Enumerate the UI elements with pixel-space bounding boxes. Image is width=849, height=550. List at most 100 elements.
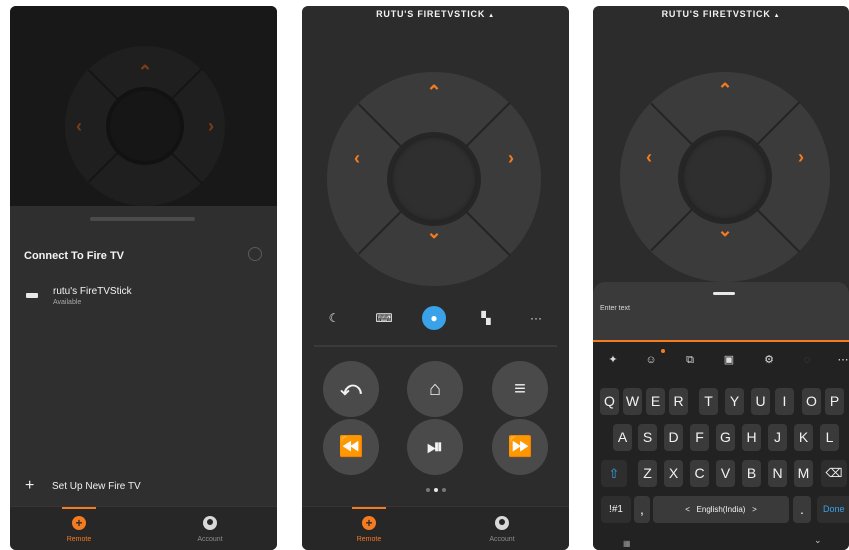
back-button[interactable]: ⤺ — [323, 361, 379, 417]
symbols-key[interactable]: !#1 — [601, 496, 631, 523]
chevron-right-icon: › — [208, 116, 214, 136]
tv-stick-icon — [26, 293, 38, 298]
device-selector[interactable]: RUTU'S FIRETVSTICK ▲ — [593, 9, 849, 19]
key-u[interactable]: U — [751, 388, 770, 415]
quick-actions-row: ☾ ⌨ ● ▚ ··· — [302, 306, 569, 330]
device-selector[interactable]: RUTU'S FIRETVSTICK ▲ — [302, 9, 569, 19]
device-name: rutu's FireTVStick — [53, 286, 132, 297]
more-icon[interactable]: ··· — [524, 306, 548, 330]
key-g[interactable]: G — [716, 424, 735, 451]
dpad-right-button[interactable]: › — [791, 147, 811, 167]
loading-spinner-icon — [248, 247, 262, 261]
chevron-down-icon[interactable]: ⌄ — [814, 535, 822, 546]
device-status: Available — [53, 299, 82, 306]
dpad-up-button[interactable]: ⌃ — [715, 80, 735, 100]
key-x[interactable]: X — [664, 460, 683, 487]
key-w[interactable]: W — [623, 388, 642, 415]
tab-account[interactable]: Account — [447, 507, 557, 550]
dpad-left-button[interactable]: ‹ — [347, 148, 367, 168]
key-k[interactable]: K — [794, 424, 813, 451]
space-bar[interactable]: < English(India) > — [653, 496, 789, 523]
dimmed-dpad: ⌃ ‹ › — [65, 46, 225, 206]
select-button[interactable] — [391, 136, 477, 222]
apps-icon[interactable]: ▚ — [474, 306, 498, 330]
key-f[interactable]: F — [690, 424, 709, 451]
emoji-icon[interactable]: ☺ — [641, 350, 661, 370]
keyboard-icon[interactable]: ⌨ — [372, 306, 396, 330]
key-y[interactable]: Y — [725, 388, 744, 415]
text-input[interactable]: Enter text — [600, 305, 630, 312]
key-d[interactable]: D — [664, 424, 683, 451]
key-v[interactable]: V — [716, 460, 735, 487]
key-z[interactable]: Z — [638, 460, 657, 487]
backspace-key[interactable]: ⌫ — [821, 460, 847, 487]
key-c[interactable]: C — [690, 460, 709, 487]
rewind-button[interactable]: ⏪ — [323, 419, 379, 475]
remote-screen: RUTU'S FIRETVSTICK ▲ ⌃ ‹ › ⌄ ☾ ⌨ ● ▚ ··· … — [302, 6, 569, 550]
key-h[interactable]: H — [742, 424, 761, 451]
key-n[interactable]: N — [768, 460, 787, 487]
account-icon — [203, 516, 217, 530]
clipboard-icon[interactable]: ▣ — [719, 350, 739, 370]
key-t[interactable]: T — [699, 388, 718, 415]
key-o[interactable]: O — [802, 388, 821, 415]
play-pause-button[interactable]: ⏯ — [407, 419, 463, 475]
tab-remote[interactable]: Remote — [24, 507, 134, 550]
more-icon[interactable]: ⋯ — [833, 350, 849, 370]
dimmed-remote-background: ⌃ ‹ › — [10, 6, 277, 206]
menu-button[interactable]: ≡ — [492, 361, 548, 417]
space-language-label: English(India) — [696, 505, 746, 514]
device-picker-screen: ⌃ ‹ › Connect To Fire TV rutu's FireTVSt… — [10, 6, 277, 550]
microphone-icon[interactable]: ● — [422, 306, 446, 330]
home-button[interactable]: ⌂ — [407, 361, 463, 417]
space-right-arrow: > — [752, 505, 757, 514]
space-left-arrow: < — [685, 505, 690, 514]
key-l[interactable]: L — [820, 424, 839, 451]
caret-up-icon: ▲ — [773, 13, 781, 19]
theme-icon[interactable]: ◌ — [797, 350, 817, 370]
keyboard-switch-icon[interactable]: ▦ — [623, 539, 631, 548]
settings-icon[interactable]: ⚙ — [759, 350, 779, 370]
stickers-icon[interactable]: ⧉ — [680, 350, 700, 370]
key-b[interactable]: B — [742, 460, 761, 487]
sheet-drag-handle[interactable] — [90, 217, 195, 221]
key-p[interactable]: P — [825, 388, 844, 415]
tab-remote[interactable]: Remote — [314, 507, 424, 550]
key-r[interactable]: R — [669, 388, 688, 415]
device-title: RUTU'S FIRETVSTICK — [376, 9, 486, 19]
dpad-down-button[interactable]: ⌄ — [715, 220, 735, 240]
fast-forward-button[interactable]: ⏩ — [492, 419, 548, 475]
period-key[interactable]: . — [793, 496, 811, 523]
moon-icon[interactable]: ☾ — [322, 306, 346, 330]
key-j[interactable]: J — [768, 424, 787, 451]
dpad-right-button[interactable]: › — [501, 148, 521, 168]
text-input-sheet: Enter text — [593, 282, 849, 342]
tab-account-label: Account — [197, 536, 223, 543]
caret-up-icon: ▲ — [488, 13, 495, 19]
dpad: ⌃ ‹ › ⌄ — [327, 72, 541, 286]
bottom-tab-bar: Remote Account — [10, 506, 277, 550]
setup-label: Set Up New Fire TV — [52, 481, 141, 492]
key-q[interactable]: Q — [600, 388, 619, 415]
bottom-tab-bar: Remote Account — [302, 506, 569, 550]
dpad-left-button[interactable]: ‹ — [639, 147, 659, 167]
dpad-down-button[interactable]: ⌄ — [424, 222, 444, 242]
sheet-drag-handle[interactable] — [713, 292, 735, 295]
key-a[interactable]: A — [613, 424, 632, 451]
device-title: RUTU'S FIRETVSTICK — [661, 9, 771, 19]
tab-account[interactable]: Account — [155, 507, 265, 550]
dimmed-select-button — [110, 91, 180, 161]
done-button[interactable]: Done — [817, 496, 849, 523]
dpad-up-button[interactable]: ⌃ — [424, 82, 444, 102]
key-s[interactable]: S — [638, 424, 657, 451]
shift-key[interactable]: ⇧ — [601, 460, 627, 487]
key-m[interactable]: M — [794, 460, 813, 487]
comma-key[interactable]: , — [634, 496, 650, 523]
select-button[interactable] — [682, 134, 768, 220]
tab-remote-label: Remote — [356, 536, 382, 543]
sparkle-icon[interactable]: ✦ — [603, 350, 623, 370]
key-i[interactable]: I — [775, 388, 794, 415]
chevron-left-icon: ‹ — [76, 116, 82, 136]
key-e[interactable]: E — [646, 388, 665, 415]
dpad: ⌃ ‹ › ⌄ — [620, 72, 830, 282]
